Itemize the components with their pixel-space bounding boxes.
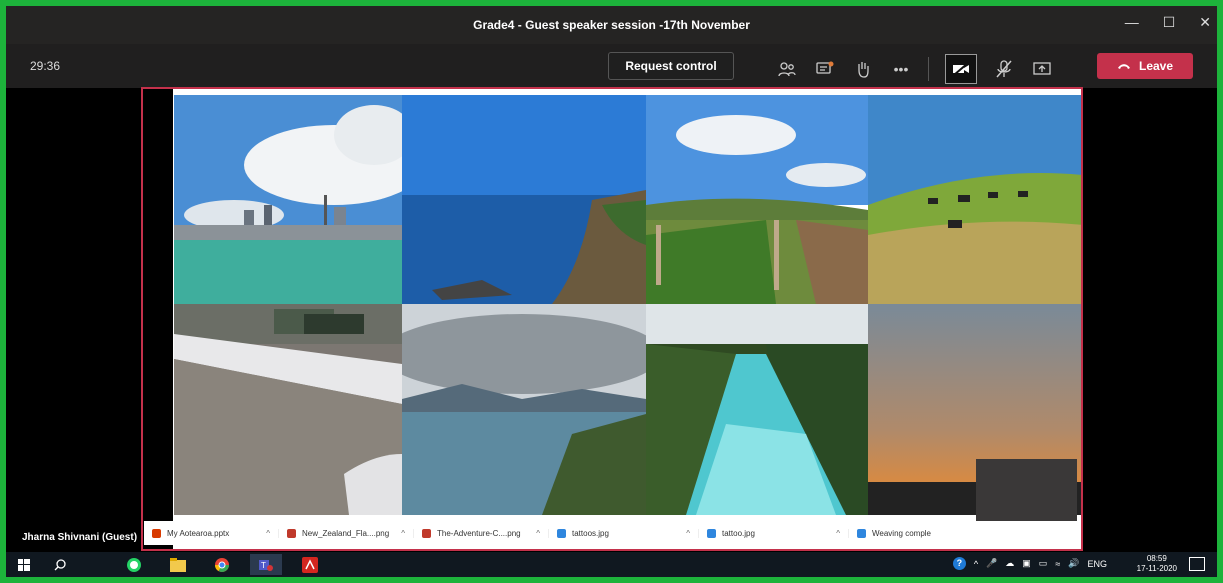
camera-off-icon[interactable] bbox=[945, 54, 977, 84]
raise-hand-icon[interactable] bbox=[852, 58, 874, 80]
system-tray: ? ^ 🎤 ☁ ▣ ▭ ≈ 🔊 ENG bbox=[952, 557, 1107, 570]
photo-snowy-riverbank bbox=[174, 304, 402, 515]
svg-text:T: T bbox=[261, 561, 266, 570]
downloads-bar: My Aotearoa.pptx ^ New_Zealand_Fla....pn… bbox=[144, 521, 1078, 545]
file-icon bbox=[707, 528, 716, 538]
search-icon[interactable] bbox=[44, 554, 76, 575]
download-filename: tattoos.jpg bbox=[572, 528, 609, 538]
window-title: Grade4 - Guest speaker session -17th Nov… bbox=[473, 18, 750, 32]
chrome-icon[interactable] bbox=[206, 554, 238, 575]
photo-collage bbox=[174, 95, 1081, 515]
chevron-up-icon[interactable]: ^ bbox=[836, 529, 840, 538]
download-filename: My Aotearoa.pptx bbox=[167, 528, 230, 538]
windows-taskbar: T ? ^ 🎤 ☁ ▣ ▭ ≈ 🔊 ENG 08:59 17-11-2020 bbox=[6, 552, 1217, 577]
photo-river-rapids bbox=[646, 304, 868, 515]
photo-city-skyline bbox=[174, 95, 402, 304]
download-item[interactable]: tattoo.jpg ^ bbox=[699, 528, 849, 538]
chevron-up-icon[interactable]: ^ bbox=[266, 529, 270, 538]
acrobat-icon[interactable] bbox=[294, 554, 326, 575]
file-icon bbox=[152, 528, 161, 538]
download-filename: tattoo.jpg bbox=[722, 528, 755, 538]
notification-center-icon[interactable] bbox=[1189, 557, 1205, 571]
chat-icon[interactable] bbox=[814, 58, 836, 80]
file-icon bbox=[557, 528, 566, 538]
file-icon bbox=[422, 528, 431, 538]
leave-label: Leave bbox=[1138, 59, 1174, 73]
whatsapp-icon[interactable] bbox=[118, 554, 150, 575]
battery-icon[interactable]: ▭ bbox=[1039, 558, 1048, 569]
download-item[interactable]: New_Zealand_Fla....png ^ bbox=[279, 528, 414, 538]
photo-vineyard bbox=[646, 95, 868, 304]
chevron-up-icon[interactable]: ^ bbox=[686, 529, 690, 538]
download-filename: The-Adventure-C....png bbox=[437, 528, 521, 538]
volume-icon[interactable]: 🔊 bbox=[1068, 558, 1079, 569]
download-item[interactable]: Weaving comple bbox=[849, 528, 984, 538]
meet-now-icon[interactable]: ▣ bbox=[1022, 558, 1031, 569]
system-clock[interactable]: 08:59 17-11-2020 bbox=[1137, 554, 1177, 574]
teams-icon[interactable]: T bbox=[250, 554, 282, 575]
file-explorer-icon[interactable] bbox=[162, 554, 194, 575]
title-bar: Grade4 - Guest speaker session -17th Nov… bbox=[6, 6, 1217, 44]
leave-button[interactable]: Leave bbox=[1097, 53, 1193, 79]
close-icon[interactable]: ✕ bbox=[1199, 14, 1211, 31]
language-indicator[interactable]: ENG bbox=[1087, 559, 1107, 569]
photo-coastal-cliffs bbox=[402, 95, 646, 304]
microphone-icon[interactable]: 🎤 bbox=[986, 558, 997, 569]
request-control-button[interactable]: Request control bbox=[608, 52, 734, 80]
presenter-name: Jharna Shivnani (Guest) bbox=[22, 532, 138, 543]
clock-date: 17-11-2020 bbox=[1136, 564, 1177, 573]
download-item[interactable]: My Aotearoa.pptx ^ bbox=[144, 528, 279, 538]
maximize-icon[interactable]: ☐ bbox=[1163, 14, 1176, 31]
chevron-up-icon[interactable]: ^ bbox=[974, 559, 978, 569]
more-options-icon[interactable]: ••• bbox=[890, 58, 912, 80]
help-icon[interactable]: ? bbox=[952, 557, 966, 570]
windows-start-icon[interactable] bbox=[8, 554, 40, 575]
minimize-icon[interactable]: — bbox=[1125, 14, 1139, 31]
chevron-up-icon[interactable]: ^ bbox=[401, 529, 405, 538]
meeting-toolbar: 29:36 Request control ••• Leave bbox=[6, 44, 1217, 88]
chevron-up-icon[interactable]: ^ bbox=[536, 529, 540, 538]
phone-hangup-icon bbox=[1117, 59, 1131, 73]
toolbar-divider bbox=[928, 57, 929, 81]
meeting-timer: 29:36 bbox=[30, 59, 61, 73]
download-item[interactable]: tattoos.jpg ^ bbox=[549, 528, 699, 538]
share-screen-icon[interactable] bbox=[1031, 58, 1053, 80]
download-item[interactable]: The-Adventure-C....png ^ bbox=[414, 528, 549, 538]
mic-off-icon[interactable] bbox=[993, 58, 1015, 80]
photo-hillside-cattle bbox=[868, 95, 1081, 304]
teams-window: Grade4 - Guest speaker session -17th Nov… bbox=[6, 6, 1217, 577]
cloud-icon[interactable]: ☁ bbox=[1005, 558, 1014, 569]
download-filename: Weaving comple bbox=[872, 528, 931, 538]
download-filename: New_Zealand_Fla....png bbox=[302, 528, 390, 538]
shared-screen-area bbox=[141, 87, 1083, 551]
clock-time: 08:59 bbox=[1146, 554, 1167, 563]
file-icon bbox=[857, 528, 866, 538]
file-icon bbox=[287, 528, 296, 538]
participants-icon[interactable] bbox=[776, 58, 798, 80]
wifi-icon[interactable]: ≈ bbox=[1055, 559, 1060, 569]
photo-mountain-lake bbox=[402, 304, 646, 515]
